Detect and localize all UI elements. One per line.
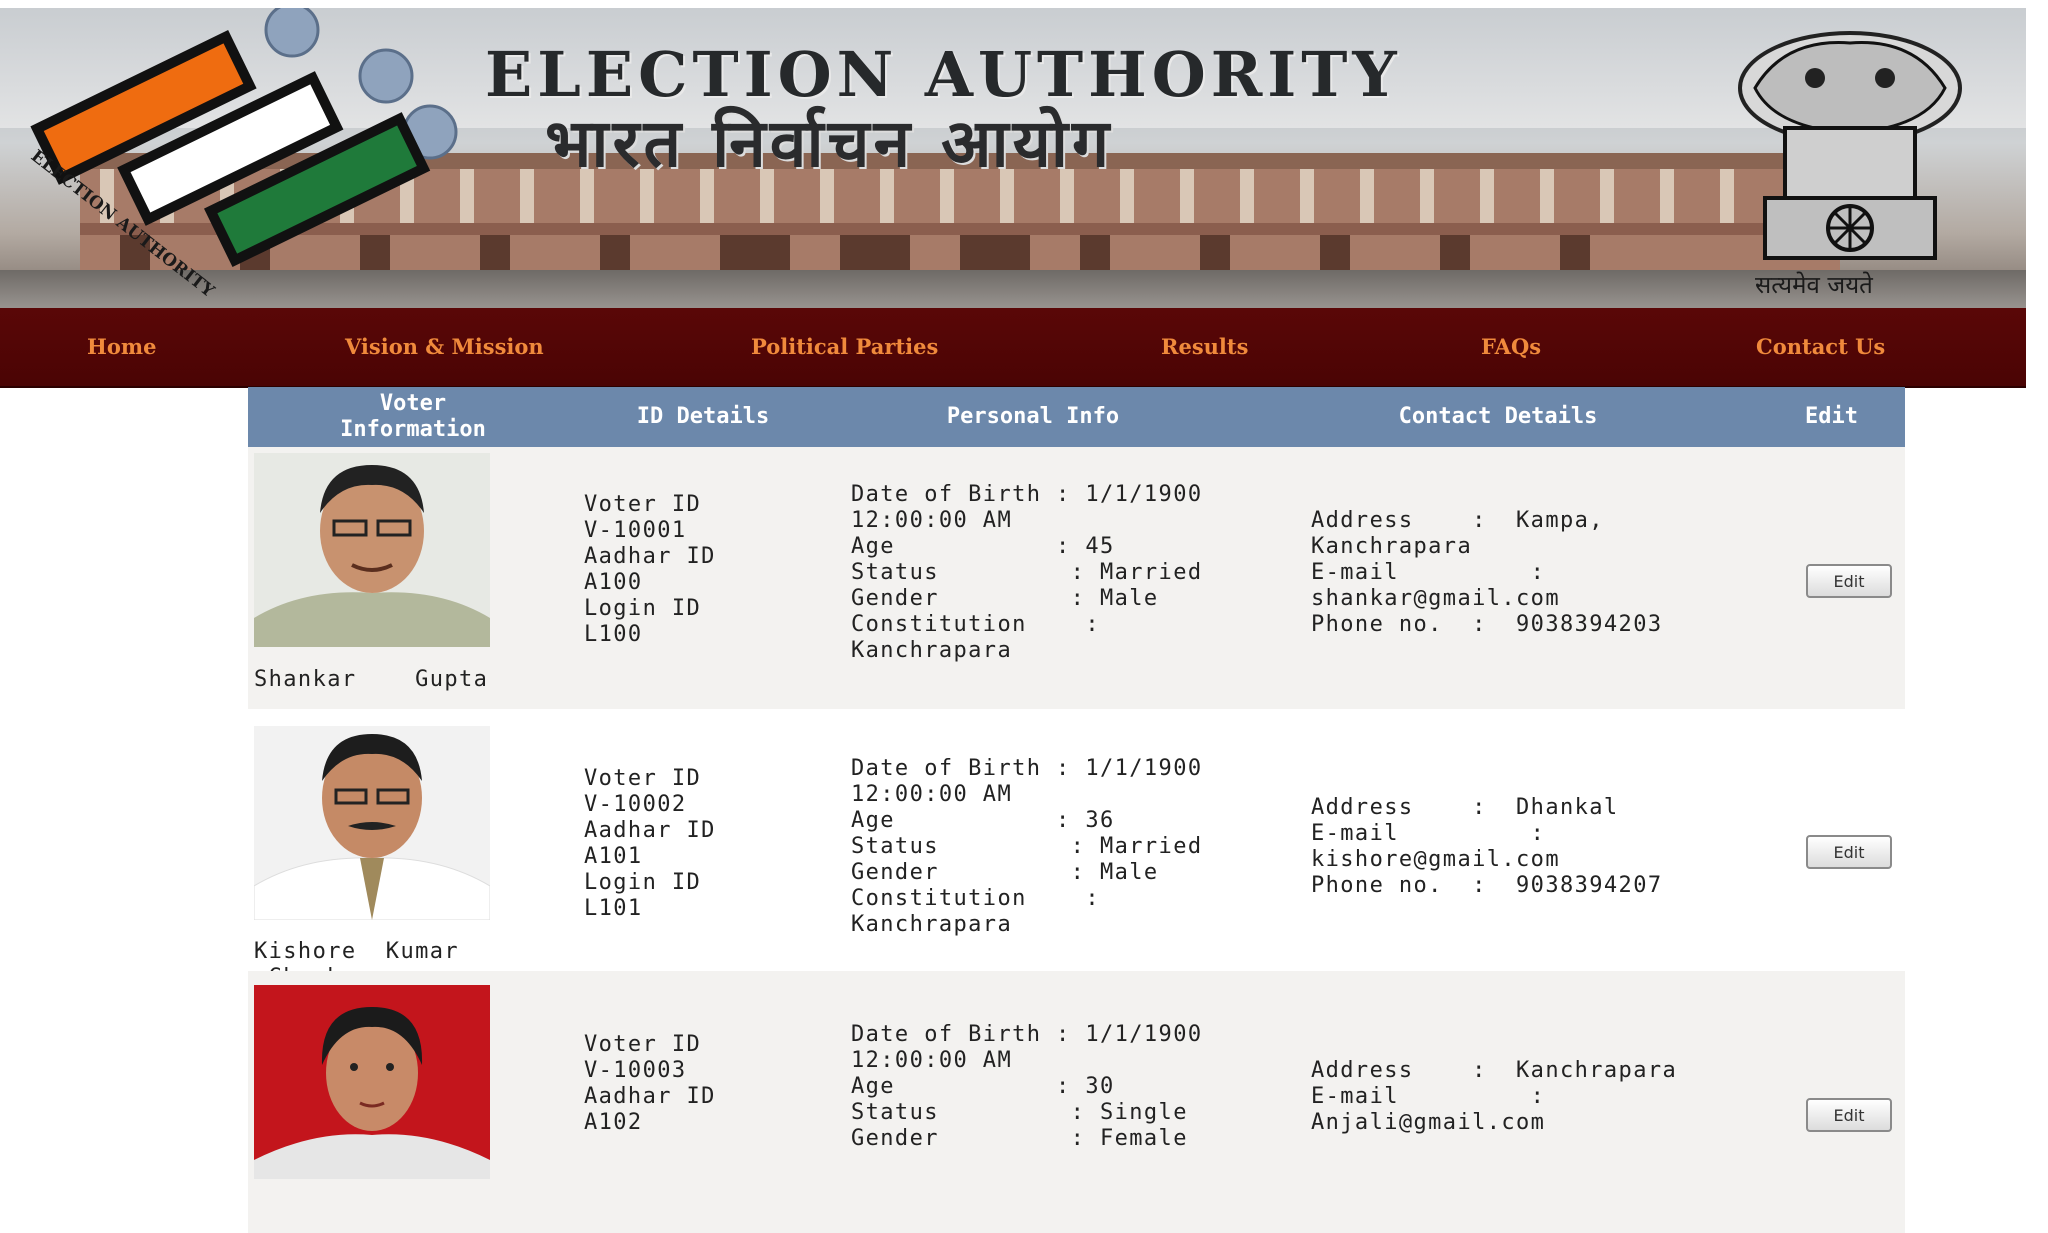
contact-details-cell: Address : Dhankal E-mail : kishore@gmail… xyxy=(1311,795,1663,898)
personal-info-cell: Date of Birth : 1/1/1900 12:00:00 AM Age… xyxy=(851,756,1203,937)
national-emblem-icon xyxy=(1738,31,1962,260)
table-row: Voter ID V-10003 Aadhar ID A102 Date of … xyxy=(248,971,1905,1233)
emblem-motto: सत्यमेव जयते xyxy=(1755,271,1873,299)
header-contact-details: Contact Details xyxy=(1398,404,1598,429)
nav-results[interactable]: Results xyxy=(1161,334,1248,359)
person-photo xyxy=(254,726,490,920)
site-title-hindi: भारत निर्वाचन आयोग xyxy=(545,105,1114,182)
person-photo xyxy=(254,453,490,647)
edit-button[interactable]: Edit xyxy=(1806,564,1892,598)
header-edit: Edit xyxy=(1805,404,1858,429)
personal-info-cell: Date of Birth : 1/1/1900 12:00:00 AM Age… xyxy=(851,482,1203,663)
table-row: Voter ID V-10001 Aadhar ID A100 Login ID… xyxy=(248,447,1905,709)
table-row: Voter ID V-10002 Aadhar ID A101 Login ID… xyxy=(248,709,1905,990)
main-nav: Home Vision & Mission Political Parties … xyxy=(0,308,2026,388)
header-voter-information: Voter Information xyxy=(340,391,486,442)
nav-contact-us[interactable]: Contact Us xyxy=(1756,334,1885,359)
id-details-cell: Voter ID V-10001 Aadhar ID A100 Login ID… xyxy=(584,492,716,647)
election-logo-icon: ELECTION AUTHORITY xyxy=(30,8,458,302)
nav-vision-mission[interactable]: Vision & Mission xyxy=(345,334,544,359)
contact-details-cell: Address : Kampa, Kanchrapara E-mail : sh… xyxy=(1311,508,1663,637)
edit-button[interactable]: Edit xyxy=(1806,1098,1892,1132)
person-photo xyxy=(254,985,490,1179)
table-header: Voter Information ID Details Personal In… xyxy=(248,387,1905,447)
voter-name: Shankar Gupta xyxy=(254,667,489,692)
id-details-cell: Voter ID V-10002 Aadhar ID A101 Login ID… xyxy=(584,766,716,921)
contact-details-cell: Address : Kanchrapara E-mail : Anjali@gm… xyxy=(1311,1058,1678,1135)
voter-table: Voter Information ID Details Personal In… xyxy=(248,387,1905,1233)
nav-home[interactable]: Home xyxy=(87,334,156,359)
edit-button[interactable]: Edit xyxy=(1806,835,1892,869)
header-id-details: ID Details xyxy=(636,404,770,429)
nav-faqs[interactable]: FAQs xyxy=(1481,334,1541,359)
nav-political-parties[interactable]: Political Parties xyxy=(751,334,938,359)
header-banner: ELECTION AUTHORITY ELECTION AUTHORITY भा… xyxy=(0,8,2026,308)
personal-info-cell: Date of Birth : 1/1/1900 12:00:00 AM Age… xyxy=(851,1022,1203,1151)
id-details-cell: Voter ID V-10003 Aadhar ID A102 xyxy=(584,1032,716,1135)
header-personal-info: Personal Info xyxy=(946,404,1120,429)
